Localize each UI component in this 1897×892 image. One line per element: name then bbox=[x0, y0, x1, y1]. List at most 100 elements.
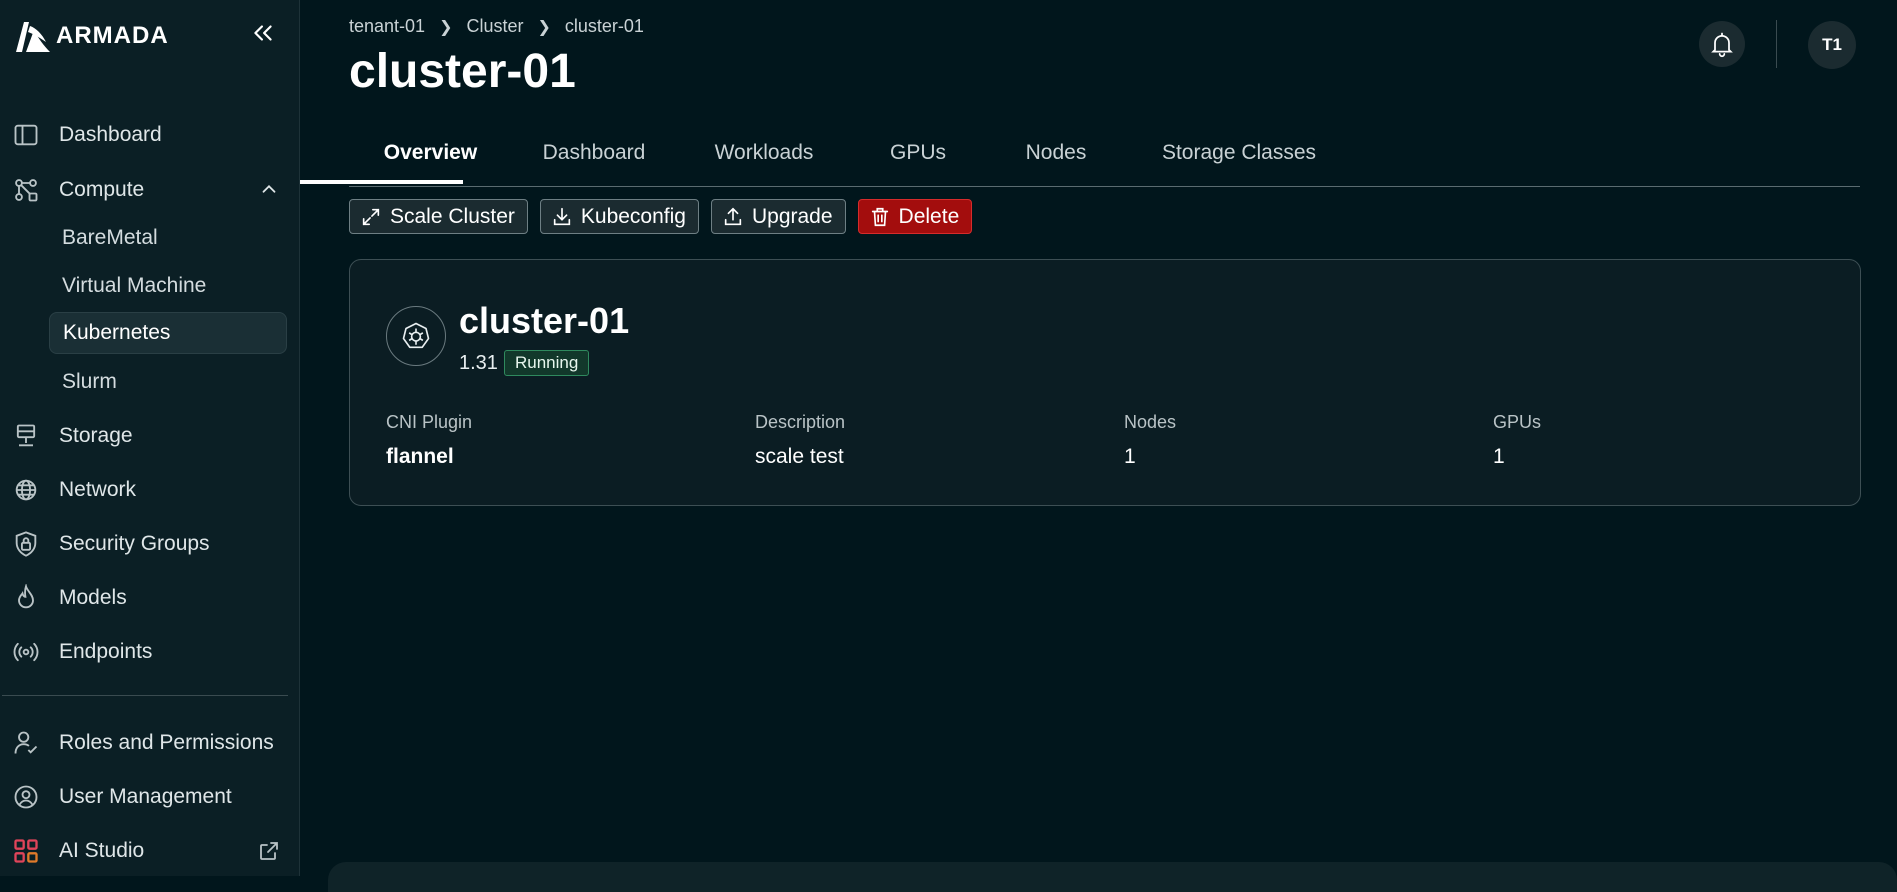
upgrade-button[interactable]: Upgrade bbox=[710, 199, 846, 234]
field-label: GPUs bbox=[1493, 412, 1542, 432]
kubernetes-icon bbox=[386, 306, 446, 366]
sidebar-subitem-baremetal[interactable]: BareMetal bbox=[49, 218, 287, 258]
cluster-name: cluster-01 bbox=[459, 300, 630, 341]
sidebar-item-models[interactable]: Models bbox=[12, 578, 127, 618]
tab-label: Overview bbox=[383, 141, 478, 164]
tab-label: Dashboard bbox=[542, 141, 646, 164]
sidebar-item-label: Dashboard bbox=[59, 123, 162, 146]
field-label: Description bbox=[755, 412, 846, 432]
sidebar-item-dashboard[interactable]: Dashboard bbox=[12, 115, 162, 155]
page-title: cluster-01 bbox=[349, 45, 576, 98]
sidebar-item-security-groups[interactable]: Security Groups bbox=[12, 524, 210, 564]
brand-logo[interactable]: ARMADA bbox=[14, 16, 169, 56]
sidebar-item-roles-and-permissions[interactable]: Roles and Permissions bbox=[12, 723, 274, 763]
tab-label: Storage Classes bbox=[1161, 141, 1317, 164]
chevron-up-icon[interactable] bbox=[258, 178, 280, 200]
sidebar-subitem-kubernetes[interactable]: Kubernetes bbox=[49, 312, 287, 354]
sidebar-item-label: Endpoints bbox=[59, 640, 153, 663]
sidebar-item-label: Security Groups bbox=[59, 532, 210, 555]
breadcrumb-item-current: cluster-01 bbox=[564, 16, 644, 36]
brand-name: ARMADA bbox=[56, 22, 169, 49]
storage-server-icon bbox=[12, 421, 46, 451]
action-toolbar: Scale Cluster Kubeconfig Upgrade Delete bbox=[349, 199, 973, 235]
sidebar-item-label: Compute bbox=[59, 178, 145, 201]
status-badge: Running bbox=[504, 350, 590, 376]
user-gear-icon bbox=[12, 782, 46, 812]
field-value: scale test bbox=[755, 445, 844, 468]
globe-icon bbox=[12, 475, 46, 505]
tab-gpus[interactable]: GPUs bbox=[852, 120, 984, 186]
sidebar: ARMADA Dashboard Compute BareMetal Virtu… bbox=[0, 0, 300, 876]
compute-nodes-icon bbox=[12, 175, 46, 205]
sidebar-subitem-slurm[interactable]: Slurm bbox=[49, 362, 287, 402]
flame-icon bbox=[12, 583, 46, 613]
tab-workloads[interactable]: Workloads bbox=[676, 120, 852, 186]
button-label: Upgrade bbox=[751, 204, 833, 228]
cluster-version: 1.31 bbox=[459, 352, 498, 374]
sidebar-item-compute[interactable]: Compute bbox=[12, 170, 144, 210]
breadcrumb: tenant-01 ❯ Cluster ❯ cluster-01 bbox=[349, 16, 644, 37]
sidebar-item-ai-studio[interactable]: AI Studio bbox=[12, 831, 144, 871]
shield-lock-icon bbox=[12, 529, 46, 559]
scale-cluster-button[interactable]: Scale Cluster bbox=[349, 199, 528, 234]
tab-nodes[interactable]: Nodes bbox=[984, 120, 1128, 186]
kubeconfig-button[interactable]: Kubeconfig bbox=[539, 199, 699, 234]
button-label: Kubeconfig bbox=[580, 204, 686, 228]
main-content: tenant-01 ❯ Cluster ❯ cluster-01 cluster… bbox=[300, 0, 1897, 876]
cluster-overview-card: cluster-01 1.31 Running CNI Plugin flann… bbox=[349, 259, 1861, 506]
field-cni-plugin: CNI Plugin flannel bbox=[386, 412, 472, 469]
sidebar-subitem-label: BareMetal bbox=[62, 226, 158, 249]
breadcrumb-item-tenant[interactable]: tenant-01 bbox=[349, 16, 425, 37]
field-nodes: Nodes 1 bbox=[1124, 412, 1176, 469]
sidebar-item-user-management[interactable]: User Management bbox=[12, 777, 232, 817]
armada-logo-icon bbox=[16, 22, 50, 52]
field-description: Description scale test bbox=[755, 412, 845, 469]
tab-overview[interactable]: Overview bbox=[349, 120, 512, 186]
sidebar-subitem-virtual-machine[interactable]: Virtual Machine bbox=[49, 266, 287, 306]
sidebar-item-label: Models bbox=[59, 586, 127, 609]
header-divider bbox=[1776, 20, 1777, 68]
sidebar-subitem-label: Virtual Machine bbox=[62, 274, 207, 297]
delete-button[interactable]: Delete bbox=[857, 199, 973, 234]
tab-bar: Overview Dashboard Workloads GPUs Nodes … bbox=[349, 120, 1860, 187]
user-roles-icon bbox=[12, 728, 46, 758]
sidebar-item-label: AI Studio bbox=[59, 839, 145, 862]
button-label: Scale Cluster bbox=[390, 204, 515, 228]
tab-label: Nodes bbox=[1025, 141, 1087, 164]
upload-icon bbox=[724, 207, 742, 225]
sidebar-item-endpoints[interactable]: Endpoints bbox=[12, 632, 152, 672]
bottom-panel-edge bbox=[328, 862, 1897, 892]
active-tab-indicator bbox=[300, 180, 463, 184]
sidebar-item-label: User Management bbox=[59, 785, 232, 808]
sidebar-subitem-label: Slurm bbox=[62, 370, 117, 393]
field-label: Nodes bbox=[1124, 412, 1177, 432]
sidebar-subitem-label: Kubernetes bbox=[63, 321, 171, 344]
sidebar-item-label: Roles and Permissions bbox=[59, 731, 274, 754]
tab-label: GPUs bbox=[889, 141, 946, 164]
field-value: 1 bbox=[1124, 445, 1136, 468]
tab-label: Workloads bbox=[714, 141, 814, 164]
notifications-button[interactable] bbox=[1699, 21, 1745, 67]
double-chevron-left-icon bbox=[254, 25, 272, 41]
sidebar-item-network[interactable]: Network bbox=[12, 470, 136, 510]
field-value: 1 bbox=[1493, 445, 1505, 468]
status-text: Running bbox=[515, 353, 579, 372]
collapse-sidebar-button[interactable] bbox=[248, 18, 278, 48]
tab-dashboard[interactable]: Dashboard bbox=[512, 120, 676, 186]
expand-arrows-icon bbox=[362, 208, 380, 225]
field-value: flannel bbox=[386, 445, 454, 468]
field-gpus: GPUs 1 bbox=[1493, 412, 1541, 469]
trash-icon bbox=[871, 207, 888, 226]
tab-storage-classes[interactable]: Storage Classes bbox=[1128, 120, 1350, 186]
external-link-icon[interactable] bbox=[257, 839, 281, 863]
chevron-right-icon: ❯ bbox=[537, 18, 551, 36]
broadcast-icon bbox=[12, 637, 46, 667]
breadcrumb-item-cluster[interactable]: Cluster bbox=[466, 16, 523, 37]
download-icon bbox=[553, 207, 571, 225]
button-label: Delete bbox=[898, 204, 960, 228]
sidebar-divider bbox=[2, 695, 288, 696]
user-avatar[interactable]: T1 bbox=[1808, 21, 1856, 69]
avatar-initials: T1 bbox=[1822, 35, 1842, 54]
bell-icon bbox=[1711, 32, 1733, 58]
sidebar-item-storage[interactable]: Storage bbox=[12, 416, 133, 456]
